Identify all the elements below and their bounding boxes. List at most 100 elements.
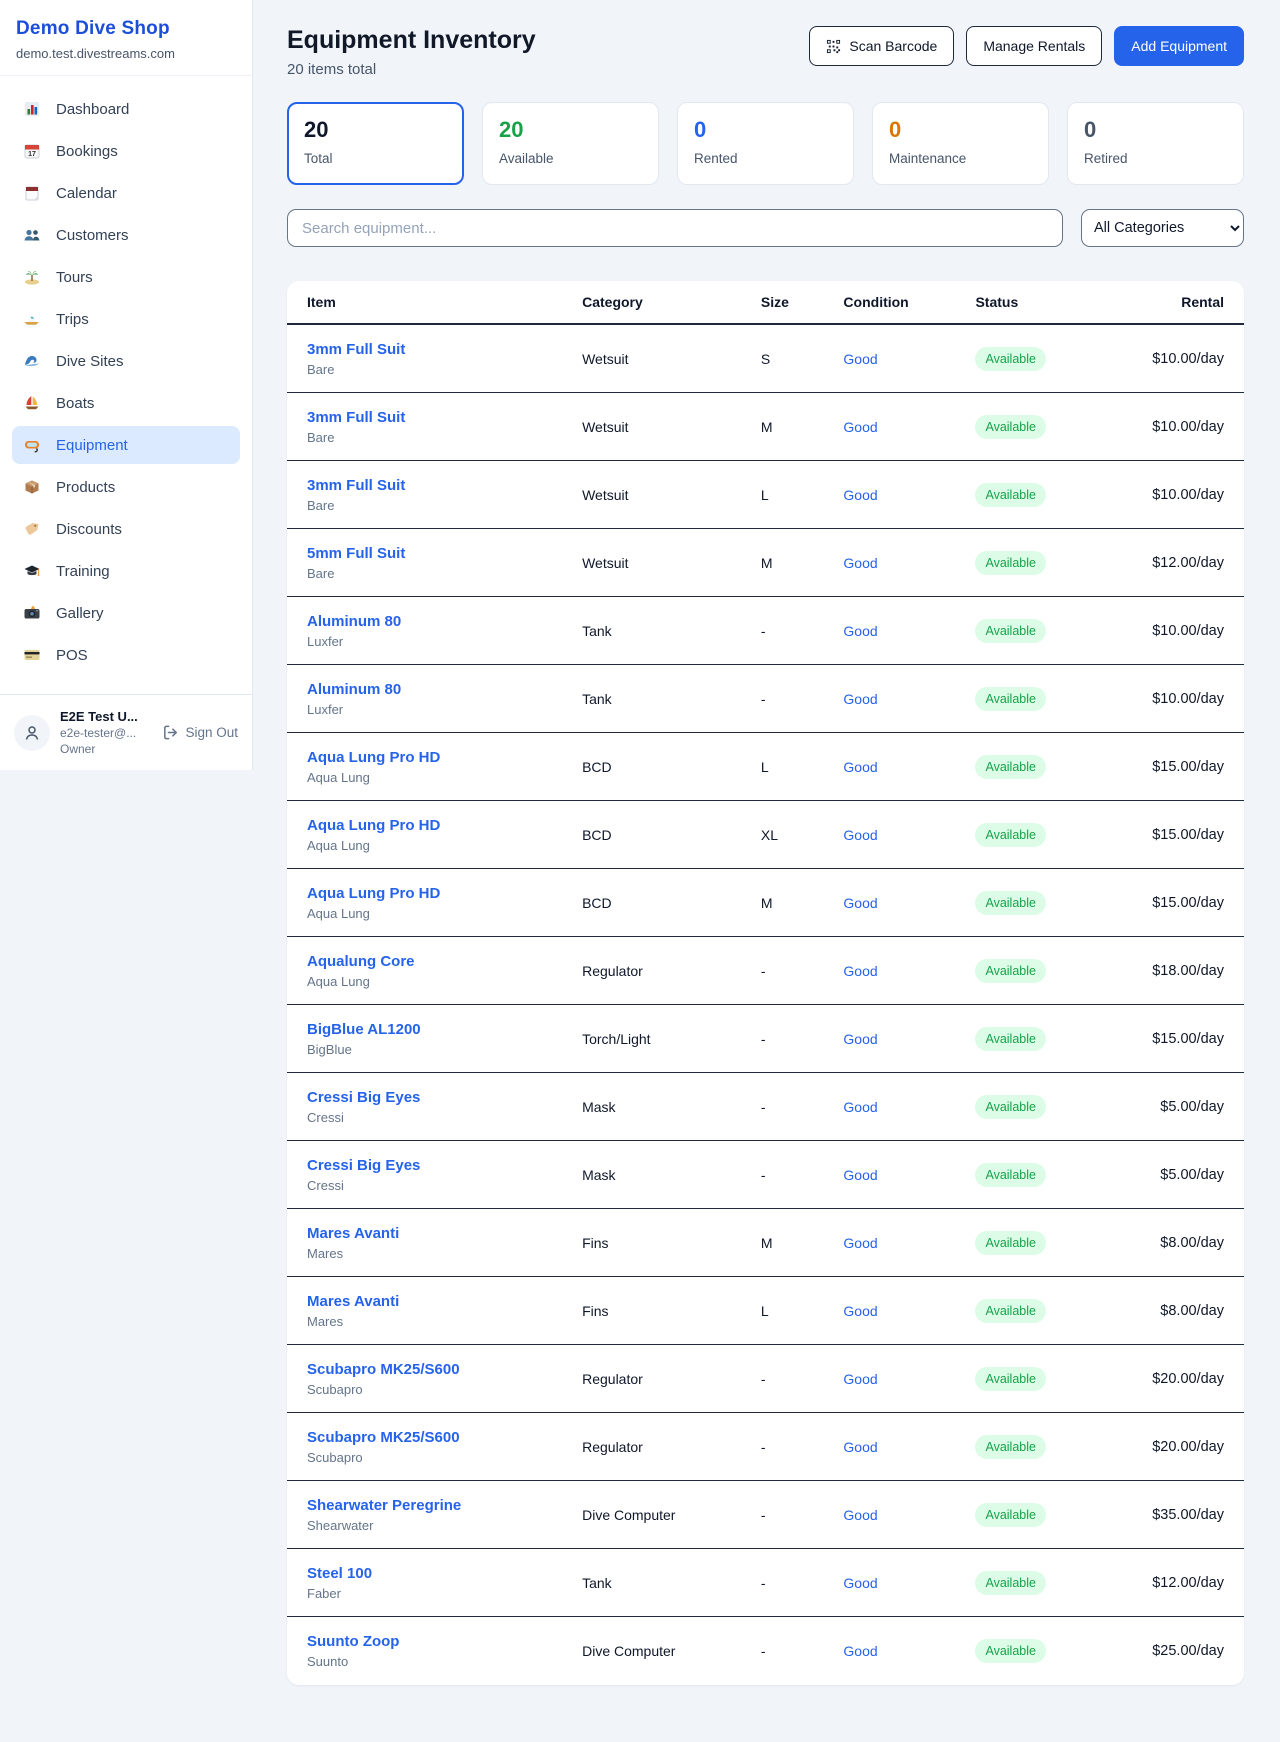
condition-link[interactable]: Good: [843, 351, 975, 367]
item-name-link[interactable]: 3mm Full Suit: [307, 341, 582, 358]
sidebar-item-customers[interactable]: Customers: [12, 216, 240, 254]
item-name-link[interactable]: Mares Avanti: [307, 1293, 582, 1310]
condition-link[interactable]: Good: [843, 827, 975, 843]
condition-link[interactable]: Good: [843, 1371, 975, 1387]
stat-card-total[interactable]: 20 Total: [287, 102, 464, 185]
sidebar-item-bookings[interactable]: 17 Bookings: [12, 132, 240, 170]
condition-link[interactable]: Good: [843, 963, 975, 979]
sidebar-item-trips[interactable]: Trips: [12, 300, 240, 338]
item-name-link[interactable]: Suunto Zoop: [307, 1633, 582, 1650]
item-name-link[interactable]: 3mm Full Suit: [307, 409, 582, 426]
condition-link[interactable]: Good: [843, 1439, 975, 1455]
item-name-link[interactable]: Aluminum 80: [307, 681, 582, 698]
sidebar-item-calendar[interactable]: Calendar: [12, 174, 240, 212]
search-input[interactable]: [287, 209, 1063, 247]
sidebar-item-label: Equipment: [56, 437, 128, 454]
table-row: 3mm Full Suit Bare Wetsuit S Good Availa…: [287, 325, 1244, 393]
condition-link[interactable]: Good: [843, 1235, 975, 1251]
size-cell: M: [761, 555, 844, 571]
condition-link[interactable]: Good: [843, 1575, 975, 1591]
status-cell: Available: [975, 1367, 1107, 1391]
manage-rentals-button[interactable]: Manage Rentals: [966, 26, 1102, 66]
category-cell: Tank: [582, 1575, 761, 1591]
category-cell: Wetsuit: [582, 351, 761, 367]
sidebar-item-discounts[interactable]: Discounts: [12, 510, 240, 548]
column-header-item: Item: [307, 294, 582, 310]
item-name-link[interactable]: Aqua Lung Pro HD: [307, 749, 582, 766]
item-name-link[interactable]: Aqualung Core: [307, 953, 582, 970]
stat-card-maintenance[interactable]: 0 Maintenance: [872, 102, 1049, 185]
status-badge: Available: [975, 1299, 1046, 1323]
item-name-link[interactable]: Mares Avanti: [307, 1225, 582, 1242]
status-cell: Available: [975, 1095, 1107, 1119]
status-badge: Available: [975, 891, 1046, 915]
table-row: Scubapro MK25/S600 Scubapro Regulator - …: [287, 1413, 1244, 1481]
status-cell: Available: [975, 755, 1107, 779]
item-name-link[interactable]: Steel 100: [307, 1565, 582, 1582]
condition-link[interactable]: Good: [843, 623, 975, 639]
sidebar-item-label: Products: [56, 479, 115, 496]
sidebar-item-dive-sites[interactable]: Dive Sites: [12, 342, 240, 380]
condition-link[interactable]: Good: [843, 1643, 975, 1659]
sidebar-item-products[interactable]: Products: [12, 468, 240, 506]
item-name-link[interactable]: Aqua Lung Pro HD: [307, 817, 582, 834]
condition-link[interactable]: Good: [843, 1167, 975, 1183]
category-cell: Dive Computer: [582, 1507, 761, 1523]
sidebar-item-gallery[interactable]: Gallery: [12, 594, 240, 632]
condition-link[interactable]: Good: [843, 1303, 975, 1319]
table-row: Aqualung Core Aqua Lung Regulator - Good…: [287, 937, 1244, 1005]
condition-link[interactable]: Good: [843, 1099, 975, 1115]
sidebar-item-boats[interactable]: Boats: [12, 384, 240, 422]
item-name-link[interactable]: Scubapro MK25/S600: [307, 1361, 582, 1378]
tag-icon: [22, 520, 42, 538]
item-brand: Mares: [307, 1314, 582, 1329]
item-name-link[interactable]: Aluminum 80: [307, 613, 582, 630]
item-name-link[interactable]: Scubapro MK25/S600: [307, 1429, 582, 1446]
stat-card-available[interactable]: 20 Available: [482, 102, 659, 185]
status-badge: Available: [975, 959, 1046, 983]
stat-card-retired[interactable]: 0 Retired: [1067, 102, 1244, 185]
item-name-link[interactable]: Cressi Big Eyes: [307, 1157, 582, 1174]
sidebar-item-label: Calendar: [56, 185, 117, 202]
condition-link[interactable]: Good: [843, 691, 975, 707]
condition-link[interactable]: Good: [843, 1031, 975, 1047]
condition-link[interactable]: Good: [843, 1507, 975, 1523]
item-name-link[interactable]: Shearwater Peregrine: [307, 1497, 582, 1514]
condition-link[interactable]: Good: [843, 759, 975, 775]
item-name-link[interactable]: BigBlue AL1200: [307, 1021, 582, 1038]
svg-text:17: 17: [28, 151, 36, 158]
stat-value: 20: [304, 117, 447, 143]
sidebar-item-pos[interactable]: POS: [12, 636, 240, 674]
condition-link[interactable]: Good: [843, 895, 975, 911]
stat-label: Rented: [694, 151, 837, 166]
condition-link[interactable]: Good: [843, 555, 975, 571]
rental-cell: $20.00/day: [1108, 1371, 1224, 1387]
rental-cell: $5.00/day: [1108, 1167, 1224, 1183]
wave-icon: [22, 352, 42, 370]
condition-link[interactable]: Good: [843, 419, 975, 435]
item-name-link[interactable]: 5mm Full Suit: [307, 545, 582, 562]
sidebar-item-tours[interactable]: Tours: [12, 258, 240, 296]
main-content: Equipment Inventory 20 items total Scan …: [253, 0, 1280, 1725]
item-name-link[interactable]: 3mm Full Suit: [307, 477, 582, 494]
item-name-link[interactable]: Cressi Big Eyes: [307, 1089, 582, 1106]
add-equipment-button[interactable]: Add Equipment: [1114, 26, 1244, 66]
status-cell: Available: [975, 1027, 1107, 1051]
item-brand: Bare: [307, 362, 582, 377]
sidebar-item-training[interactable]: Training: [12, 552, 240, 590]
condition-link[interactable]: Good: [843, 487, 975, 503]
user-meta: E2E Test U... e2e-tester@... Owner: [60, 709, 152, 756]
status-cell: Available: [975, 483, 1107, 507]
item-brand: Scubapro: [307, 1450, 582, 1465]
stat-card-rented[interactable]: 0 Rented: [677, 102, 854, 185]
item-name-link[interactable]: Aqua Lung Pro HD: [307, 885, 582, 902]
sidebar-item-dashboard[interactable]: Dashboard: [12, 90, 240, 128]
stat-cards: 20 Total 20 Available 0 Rented 0 Mainten…: [287, 102, 1244, 185]
equipment-table: ItemCategorySizeConditionStatusRental 3m…: [287, 281, 1244, 1685]
sidebar-item-equipment[interactable]: Equipment: [12, 426, 240, 464]
rental-cell: $12.00/day: [1108, 555, 1224, 571]
credit-card-icon: [22, 646, 42, 664]
scan-barcode-button[interactable]: Scan Barcode: [809, 26, 954, 66]
category-select[interactable]: All Categories: [1081, 209, 1244, 247]
sign-out-button[interactable]: Sign Out: [162, 724, 238, 741]
